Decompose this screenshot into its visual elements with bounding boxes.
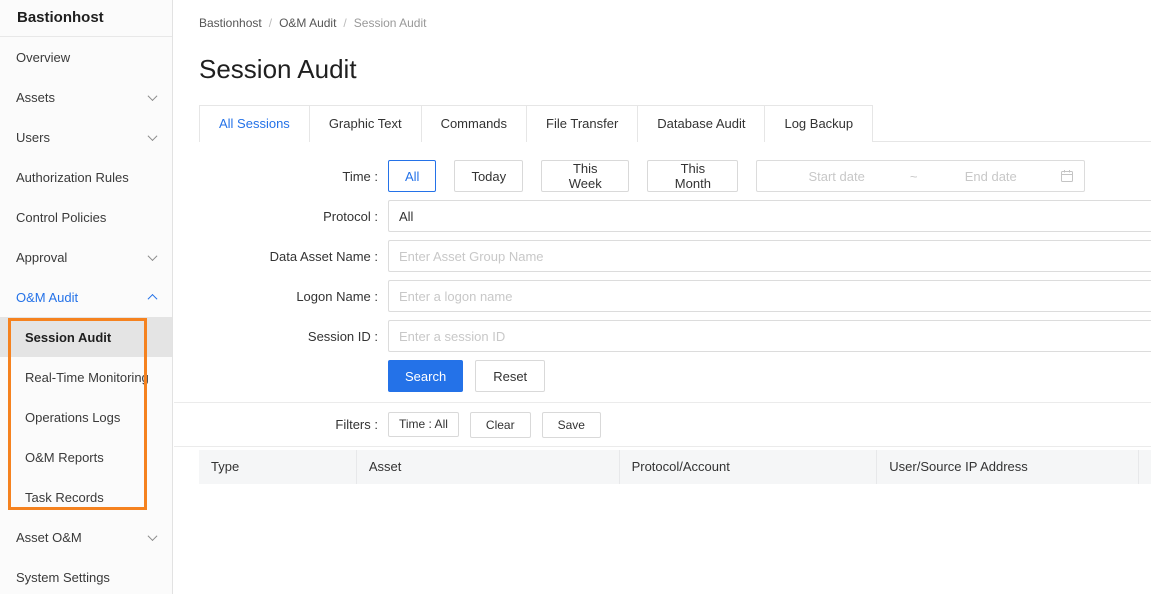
sidebar-item-approval[interactable]: Approval — [0, 237, 172, 277]
sidebar-item-label: O&M Audit — [16, 290, 149, 305]
column-header-type: Type — [199, 450, 356, 484]
submenu-item-label: Session Audit — [25, 330, 111, 345]
sidebar-item-label: Overview — [16, 50, 156, 65]
filter-form: Time : All Today This Week This Month St… — [174, 142, 1151, 403]
app-title: Bastionhost — [0, 0, 172, 37]
breadcrumb-link-oam-audit[interactable]: O&M Audit — [279, 16, 336, 30]
date-range-separator: ~ — [906, 169, 922, 184]
sidebar-item-overview[interactable]: Overview — [0, 37, 172, 77]
sidebar-item-assets[interactable]: Assets — [0, 77, 172, 117]
submenu-item-session-audit[interactable]: Session Audit — [0, 317, 172, 357]
chevron-down-icon — [148, 251, 158, 261]
sidebar-item-control-policies[interactable]: Control Policies — [0, 197, 172, 237]
session-id-row: Session ID : — [174, 320, 1151, 352]
sidebar: Bastionhost Overview Assets Users Author… — [0, 0, 173, 594]
sidebar-item-label: Control Policies — [16, 210, 156, 225]
protocol-label: Protocol : — [174, 209, 388, 224]
sidebar-item-label: System Settings — [16, 570, 156, 585]
time-label: Time : — [174, 169, 388, 184]
submenu-item-label: Real-Time Monitoring — [25, 370, 149, 385]
table-header-row: Type Asset Protocol/Account User/Source … — [199, 450, 1151, 484]
submenu-item-label: Task Records — [25, 490, 104, 505]
breadcrumb-separator: / — [269, 16, 272, 30]
tab-all-sessions[interactable]: All Sessions — [199, 105, 310, 142]
sidebar-item-oam-audit[interactable]: O&M Audit — [0, 277, 172, 317]
data-asset-name-label: Data Asset Name : — [174, 249, 388, 264]
time-filter-this-month[interactable]: This Month — [647, 160, 738, 192]
calendar-icon[interactable] — [1060, 169, 1074, 183]
time-filter-today[interactable]: Today — [454, 160, 523, 192]
submenu-item-label: Operations Logs — [25, 410, 120, 425]
data-asset-name-row: Data Asset Name : — [174, 240, 1151, 272]
start-date-input[interactable]: Start date — [767, 169, 906, 184]
tab-database-audit[interactable]: Database Audit — [637, 105, 765, 142]
end-date-input[interactable]: End date — [922, 169, 1061, 184]
breadcrumb-separator: / — [343, 16, 346, 30]
sidebar-item-system-settings[interactable]: System Settings — [0, 557, 172, 597]
protocol-row: Protocol : All — [174, 200, 1151, 232]
chevron-up-icon — [148, 293, 158, 303]
logon-name-row: Logon Name : — [174, 280, 1151, 312]
chevron-down-icon — [148, 531, 158, 541]
sidebar-item-label: Asset O&M — [16, 530, 149, 545]
time-filter-row: Time : All Today This Week This Month St… — [174, 160, 1151, 192]
sidebar-item-label: Users — [16, 130, 149, 145]
submenu-item-real-time-monitoring[interactable]: Real-Time Monitoring — [0, 357, 172, 397]
form-actions: Search Reset — [388, 360, 1151, 392]
submenu-item-oam-reports[interactable]: O&M Reports — [0, 437, 172, 477]
column-header-user-source-ip: User/Source IP Address — [876, 450, 1138, 484]
filters-bar: Filters : Time : All Clear Save — [174, 403, 1151, 447]
protocol-select[interactable]: All — [388, 200, 1151, 232]
search-button[interactable]: Search — [388, 360, 463, 392]
time-filter-this-week[interactable]: This Week — [541, 160, 629, 192]
breadcrumb-link-bastionhost[interactable]: Bastionhost — [199, 16, 262, 30]
breadcrumb: Bastionhost / O&M Audit / Session Audit — [174, 0, 1151, 30]
submenu-item-label: O&M Reports — [25, 450, 104, 465]
time-filter-all[interactable]: All — [388, 160, 436, 192]
data-asset-name-input[interactable] — [388, 240, 1151, 272]
reset-button[interactable]: Reset — [475, 360, 545, 392]
chevron-down-icon — [148, 91, 158, 101]
sidebar-item-label: Assets — [16, 90, 149, 105]
submenu-item-operations-logs[interactable]: Operations Logs — [0, 397, 172, 437]
column-header-asset: Asset — [356, 450, 619, 484]
logon-name-label: Logon Name : — [174, 289, 388, 304]
sidebar-item-label: Approval — [16, 250, 149, 265]
logon-name-input[interactable] — [388, 280, 1151, 312]
breadcrumb-current: Session Audit — [354, 16, 427, 30]
sidebar-item-authorization-rules[interactable]: Authorization Rules — [0, 157, 172, 197]
submenu-item-task-records[interactable]: Task Records — [0, 477, 172, 517]
main-content: Bastionhost / O&M Audit / Session Audit Sess… — [174, 0, 1151, 594]
clear-filters-button[interactable]: Clear — [470, 412, 531, 438]
date-range-picker: Start date ~ End date — [756, 160, 1085, 192]
sidebar-item-users[interactable]: Users — [0, 117, 172, 157]
tab-log-backup[interactable]: Log Backup — [764, 105, 873, 142]
chevron-down-icon — [148, 131, 158, 141]
session-id-input[interactable] — [388, 320, 1151, 352]
filters-label: Filters : — [174, 417, 388, 432]
active-filter-tag[interactable]: Time : All — [388, 412, 459, 437]
tab-bar: All Sessions Graphic Text Commands File … — [199, 105, 1151, 142]
tab-commands[interactable]: Commands — [421, 105, 527, 142]
column-header-protocol-account: Protocol/Account — [619, 450, 877, 484]
tab-file-transfer[interactable]: File Transfer — [526, 105, 638, 142]
sidebar-item-asset-oam[interactable]: Asset O&M — [0, 517, 172, 557]
session-id-label: Session ID : — [174, 329, 388, 344]
page-title: Session Audit — [199, 54, 1151, 85]
tab-graphic-text[interactable]: Graphic Text — [309, 105, 422, 142]
save-filters-button[interactable]: Save — [542, 412, 601, 438]
column-header-truncated: C — [1138, 450, 1151, 484]
sidebar-item-label: Authorization Rules — [16, 170, 156, 185]
